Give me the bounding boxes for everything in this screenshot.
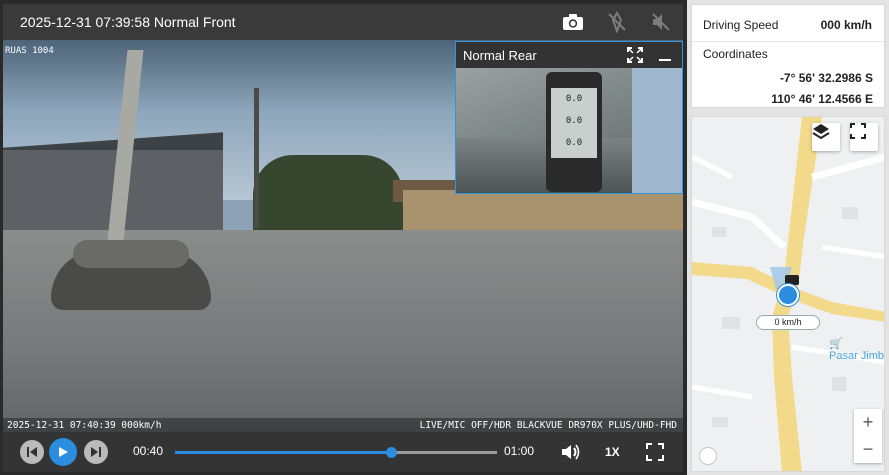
cart-icon: 🛒 xyxy=(829,338,843,350)
video-overlay-label: RUAS 1004 xyxy=(5,46,54,56)
video-player: 2025-12-31 07:39:58 Normal Front RUAS 10… xyxy=(0,0,687,475)
trees xyxy=(253,155,403,230)
layers-icon[interactable] xyxy=(812,123,840,151)
overlay-timestamp: 2025-12-31 07:40:39 000km/h xyxy=(7,419,162,431)
zoom-out-button[interactable]: − xyxy=(854,436,882,463)
rear-title: Normal Rear xyxy=(463,47,537,63)
gps-reading: 0.0 xyxy=(565,138,583,148)
zoom-control: + − xyxy=(854,409,882,463)
current-time: 00:40 xyxy=(133,444,164,458)
playback-controls: 00:40 01:00 1X xyxy=(3,432,683,472)
rear-video: 0.0 0.0 0.0 xyxy=(456,68,682,193)
latitude-value: -7° 56' 32.2986 S xyxy=(779,71,873,85)
previous-button[interactable] xyxy=(20,440,44,464)
compass-icon[interactable] xyxy=(699,447,717,465)
map-fullscreen-icon[interactable] xyxy=(850,123,878,151)
total-time: 01:00 xyxy=(504,444,535,458)
longitude-value: 110° 46' 12.4566 E xyxy=(771,92,873,106)
volume-icon[interactable] xyxy=(559,440,583,464)
monument-ring xyxy=(73,240,189,268)
rear-camera-pip[interactable]: Normal Rear 0.0 0.0 0.0 xyxy=(455,41,683,194)
rear-window xyxy=(632,68,682,193)
zoom-in-button[interactable]: + xyxy=(854,409,882,436)
seek-handle[interactable] xyxy=(385,447,397,458)
mute-icon[interactable] xyxy=(639,4,683,40)
coordinates-label: Coordinates xyxy=(703,47,768,61)
gps-reading: 0.0 xyxy=(565,94,583,104)
rear-header: Normal Rear xyxy=(456,42,682,68)
front-titlebar: 2025-12-31 07:39:58 Normal Front xyxy=(3,4,683,40)
seek-bar-fill xyxy=(175,451,391,454)
map-panel[interactable]: 0 km/h 🛒 Pasar Jimb + − xyxy=(691,116,885,472)
expand-icon[interactable] xyxy=(622,42,648,68)
play-button[interactable] xyxy=(49,438,77,466)
speed-label: Driving Speed xyxy=(703,18,779,32)
gps-screen: 0.0 0.0 0.0 xyxy=(551,88,597,158)
minimize-icon[interactable] xyxy=(652,42,678,68)
map-speed-pill: 0 km/h xyxy=(756,315,820,330)
next-button[interactable] xyxy=(84,440,108,464)
video-overlay-bar: 2025-12-31 07:40:39 000km/h LIVE/MIC OFF… xyxy=(3,418,683,432)
no-gps-icon[interactable] xyxy=(595,4,639,40)
playback-speed[interactable]: 1X xyxy=(605,445,620,459)
seek-bar[interactable] xyxy=(175,447,497,458)
vehicle-position-marker[interactable] xyxy=(777,284,799,306)
overlay-device-info: LIVE/MIC OFF/HDR BLACKVUE DR970X PLUS/UH… xyxy=(419,419,677,431)
speed-value: 000 km/h xyxy=(820,18,872,32)
telemetry-panel: Driving Speed 000 km/h Coordinates -7° 5… xyxy=(691,4,885,108)
front-title: 2025-12-31 07:39:58 Normal Front xyxy=(20,14,236,30)
fullscreen-icon[interactable] xyxy=(643,440,667,464)
camera-icon[interactable] xyxy=(551,4,595,40)
utility-pole xyxy=(254,88,259,228)
poi-name: Pasar Jimb xyxy=(829,350,885,362)
poi-label[interactable]: 🛒 Pasar Jimb xyxy=(829,337,884,362)
divider xyxy=(692,41,884,42)
gps-reading: 0.0 xyxy=(565,116,583,126)
